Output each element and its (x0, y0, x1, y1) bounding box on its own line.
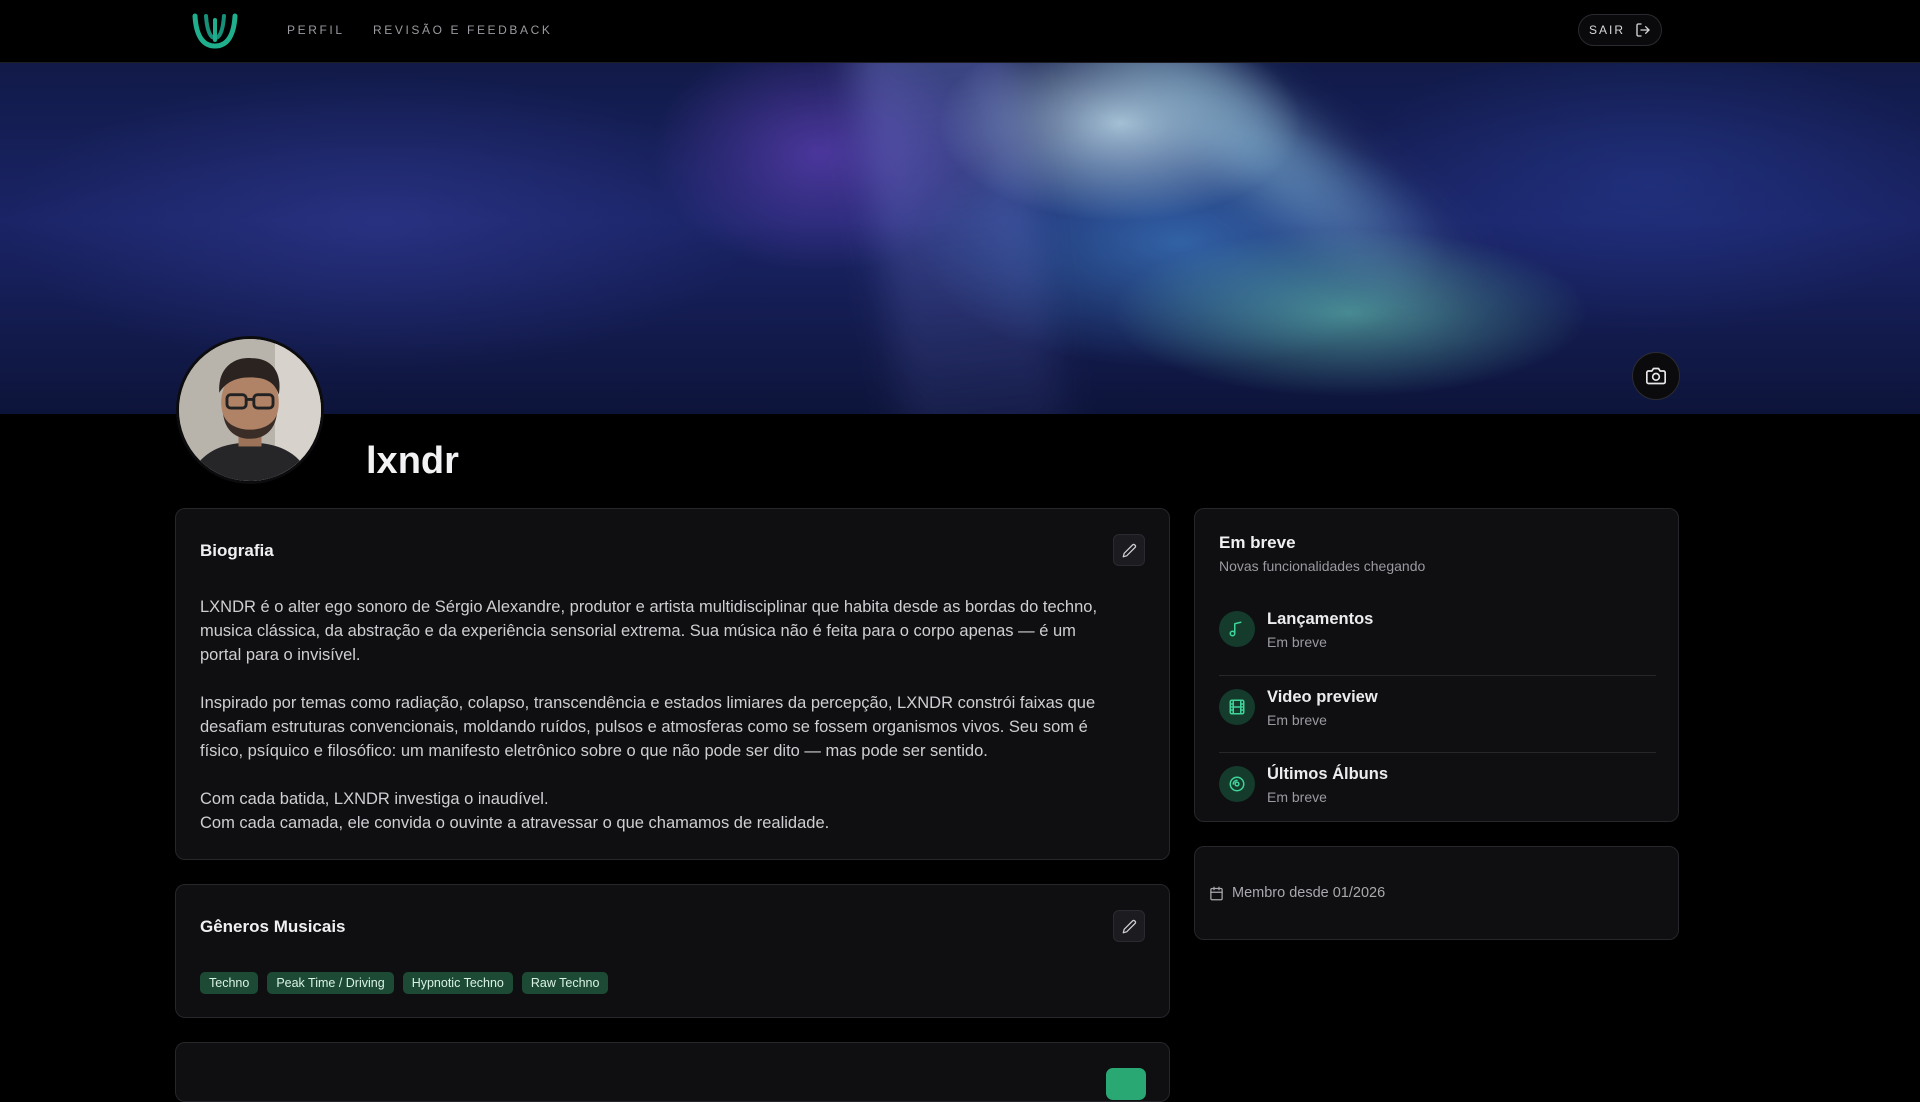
genre-tag[interactable]: Techno (200, 972, 259, 994)
calendar-icon (1210, 886, 1223, 900)
avatar[interactable] (176, 336, 324, 484)
music-note-icon (1219, 611, 1255, 647)
genre-tag[interactable]: Raw Techno (521, 972, 609, 994)
bio-paragraph: LXNDR é o alter ego sonoro de Sérgio Ale… (200, 598, 1098, 664)
genre-tag[interactable]: Peak Time / Driving (267, 972, 394, 994)
genre-tag-list: Techno Peak Time / Driving Hypnotic Tech… (200, 972, 609, 994)
genres-title: Gêneros Musicais (200, 917, 346, 936)
change-cover-button[interactable] (1632, 352, 1680, 400)
coming-soon-item-name: Video preview (1267, 688, 1378, 706)
top-navbar: PERFIL REVISÃO E FEEDBACK SAIR (0, 0, 1920, 63)
nav-link-perfil[interactable]: PERFIL (287, 23, 345, 37)
biography-text: LXNDR é o alter ego sonoro de Sérgio Ale… (200, 595, 1145, 835)
edit-genres-button[interactable] (1113, 910, 1145, 942)
biography-card: Biografia LXNDR é o alter ego sonoro de … (175, 508, 1170, 860)
pencil-icon (1122, 543, 1136, 557)
profile-name: lxndr (366, 440, 459, 482)
coming-soon-title: Em breve (1219, 533, 1296, 552)
nav-link-revisao-feedback[interactable]: REVISÃO E FEEDBACK (373, 23, 553, 37)
coming-soon-item-ultimos-albuns: Últimos Álbuns Em breve (1219, 752, 1656, 829)
logout-button[interactable]: SAIR (1578, 14, 1662, 46)
camera-icon (1646, 367, 1666, 385)
pencil-icon (1122, 919, 1136, 933)
genres-card: Gêneros Musicais Techno Peak Time / Driv… (175, 884, 1170, 1018)
logout-label: SAIR (1588, 23, 1625, 37)
additional-card (175, 1042, 1170, 1102)
coming-soon-item-name: Lançamentos (1267, 610, 1374, 628)
bio-paragraph: Com cada batida, LXNDR investiga o inaud… (200, 790, 830, 832)
coming-soon-item-name: Últimos Álbuns (1267, 765, 1389, 783)
film-icon (1219, 689, 1255, 725)
member-since-card: Membro desde 01/2026 (1194, 846, 1679, 940)
biography-title: Biografia (200, 541, 274, 560)
member-since-text: Membro desde 01/2026 (1232, 885, 1386, 901)
coming-soon-item-status: Em breve (1267, 712, 1327, 728)
logout-icon (1636, 23, 1650, 37)
coming-soon-item-status: Em breve (1267, 789, 1327, 805)
add-button[interactable] (1106, 1068, 1146, 1100)
logo-icon[interactable] (190, 10, 240, 52)
coming-soon-item-video-preview: Video preview Em breve (1219, 675, 1656, 752)
bio-paragraph: Inspirado por temas como radiação, colap… (200, 694, 1096, 760)
member-since-row: Membro desde 01/2026 (1209, 885, 1385, 901)
coming-soon-item-lancamentos: Lançamentos Em breve (1219, 599, 1656, 675)
disc-icon (1219, 766, 1255, 802)
coming-soon-card: Em breve Novas funcionalidades chegando … (1194, 508, 1679, 822)
coming-soon-item-status: Em breve (1267, 634, 1327, 650)
edit-biography-button[interactable] (1113, 534, 1145, 566)
genre-tag[interactable]: Hypnotic Techno (402, 972, 513, 994)
coming-soon-subtitle: Novas funcionalidades chegando (1219, 558, 1426, 574)
